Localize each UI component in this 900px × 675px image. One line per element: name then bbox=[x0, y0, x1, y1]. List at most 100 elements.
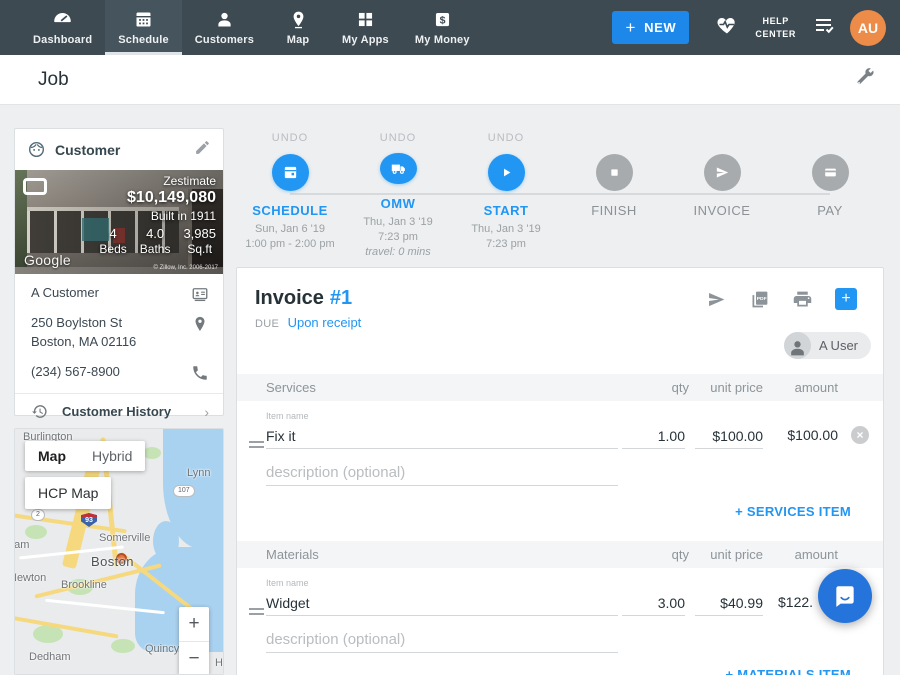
address-line2: Boston, MA 02116 bbox=[31, 334, 136, 349]
remove-service-item-button[interactable]: × bbox=[851, 426, 869, 444]
chat-launcher-button[interactable] bbox=[818, 569, 872, 623]
edit-customer-button[interactable] bbox=[194, 139, 211, 161]
map-pin-icon bbox=[288, 9, 309, 30]
help-center-button[interactable]: HELP CENTER bbox=[755, 15, 796, 40]
checklist-button[interactable] bbox=[812, 13, 836, 42]
nav-tab-schedule[interactable]: Schedule bbox=[105, 0, 182, 55]
service-qty-input[interactable] bbox=[622, 424, 685, 449]
map-park bbox=[111, 639, 135, 653]
history-icon bbox=[31, 403, 48, 420]
drag-handle-icon[interactable] bbox=[249, 608, 264, 618]
map-label-brookline: Brookline bbox=[61, 579, 107, 591]
material-item-name-input[interactable] bbox=[266, 591, 618, 616]
invoice-step-button[interactable] bbox=[704, 154, 741, 191]
new-button[interactable]: + NEW bbox=[612, 11, 689, 44]
pay-step-button[interactable] bbox=[812, 154, 849, 191]
invoice-title-row: Invoice#1 bbox=[255, 287, 352, 310]
send-invoice-button[interactable] bbox=[706, 289, 727, 310]
services-section-header: Services qty unit price amount bbox=[237, 374, 883, 401]
nav-tab-my-apps[interactable]: My Apps bbox=[329, 0, 402, 55]
send-icon bbox=[706, 289, 727, 310]
material-unit-price-input[interactable] bbox=[695, 591, 763, 616]
step-label: START bbox=[484, 203, 529, 218]
map-zoom-out-button[interactable]: − bbox=[179, 641, 209, 675]
nav-label: Schedule bbox=[118, 34, 169, 46]
nav-label: Map bbox=[287, 34, 310, 46]
add-services-item-link[interactable]: + SERVICES ITEM bbox=[735, 504, 851, 519]
print-button[interactable] bbox=[792, 289, 813, 310]
nav-label: Dashboard bbox=[33, 34, 92, 46]
service-description-input[interactable] bbox=[266, 459, 618, 486]
map-label-hingham: Hi bbox=[215, 657, 224, 669]
nav-tab-dashboard[interactable]: Dashboard bbox=[20, 0, 105, 55]
zestimate-overlay: Zestimate $10,149,080 Built in 1911 4Bed… bbox=[99, 174, 216, 256]
nav-tab-my-money[interactable]: $ My Money bbox=[402, 0, 483, 55]
map-label-somerville: Somerville bbox=[99, 532, 150, 544]
nav-tab-customers[interactable]: Customers bbox=[182, 0, 267, 55]
step-time: 7:23 pm bbox=[486, 238, 526, 250]
chevron-right-icon: › bbox=[204, 404, 209, 420]
route-2-shield: 2 bbox=[31, 509, 45, 521]
job-settings-button[interactable] bbox=[854, 66, 876, 93]
assignee-name: A User bbox=[819, 338, 858, 353]
undo-omw-button[interactable]: UNDO bbox=[380, 132, 416, 144]
map-type-hybrid-button[interactable]: Hybrid bbox=[79, 441, 145, 471]
map-label-quincy: Quincy bbox=[145, 643, 179, 655]
qty-header: qty bbox=[672, 547, 689, 562]
assignee-chip[interactable]: A User bbox=[784, 332, 871, 359]
service-unit-price-input[interactable] bbox=[695, 424, 763, 449]
drag-handle-icon[interactable] bbox=[249, 441, 264, 451]
map-type-control: Map Hybrid bbox=[25, 441, 145, 471]
plus-icon: + bbox=[626, 19, 637, 36]
built-year: Built in 1911 bbox=[99, 209, 216, 223]
credit-card-icon bbox=[822, 164, 839, 181]
add-materials-item-link[interactable]: + MATERIALS ITEM bbox=[725, 667, 851, 675]
step-date: Thu, Jan 3 '19 bbox=[363, 216, 432, 228]
omw-step-button[interactable] bbox=[380, 153, 417, 184]
add-invoice-button[interactable]: + bbox=[835, 288, 857, 310]
health-status-button[interactable] bbox=[715, 13, 739, 42]
hcp-map-button[interactable]: HCP Map bbox=[25, 477, 111, 509]
street-view-photo[interactable]: Zestimate $10,149,080 Built in 1911 4Bed… bbox=[15, 170, 223, 274]
send-icon bbox=[714, 164, 731, 181]
calendar-icon bbox=[133, 9, 154, 30]
start-step-button[interactable] bbox=[488, 154, 525, 191]
undo-start-button[interactable]: UNDO bbox=[488, 132, 524, 145]
user-avatar[interactable]: AU bbox=[850, 10, 886, 46]
due-label: DUE bbox=[255, 318, 279, 330]
street-view-toggle-icon[interactable] bbox=[23, 178, 47, 195]
workflow-step-schedule: UNDO SCHEDULE Sun, Jan 6 '191:00 pm - 2:… bbox=[236, 132, 344, 260]
qty-header: qty bbox=[672, 380, 689, 395]
pdf-button[interactable]: PDF bbox=[749, 289, 770, 310]
dollar-icon: $ bbox=[432, 9, 453, 30]
map-water bbox=[153, 521, 179, 561]
material-description-input[interactable] bbox=[266, 626, 618, 653]
service-item-name-input[interactable] bbox=[266, 424, 618, 449]
schedule-step-button[interactable] bbox=[272, 154, 309, 191]
person-icon bbox=[214, 9, 235, 30]
location-pin-icon bbox=[191, 315, 209, 333]
due-terms-link[interactable]: Upon receipt bbox=[288, 315, 362, 330]
material-qty-input[interactable] bbox=[622, 591, 685, 616]
map-type-map-button[interactable]: Map bbox=[25, 441, 79, 471]
calendar-icon bbox=[282, 164, 299, 181]
nav-tab-map[interactable]: Map bbox=[267, 0, 329, 55]
workflow-step-start: UNDO START Thu, Jan 3 '197:23 pm bbox=[452, 132, 560, 260]
undo-schedule-button[interactable]: UNDO bbox=[272, 132, 308, 145]
job-workflow: UNDO SCHEDULE Sun, Jan 6 '191:00 pm - 2:… bbox=[236, 132, 884, 260]
chat-bubble-icon bbox=[832, 583, 858, 609]
map-zoom-in-button[interactable]: + bbox=[179, 607, 209, 641]
customer-phone-row: (234) 567-8900 bbox=[31, 363, 209, 382]
printer-icon bbox=[792, 289, 813, 310]
customer-history-button[interactable]: Customer History › bbox=[31, 394, 209, 430]
page-title: Job bbox=[38, 69, 69, 91]
map-zoom-control: + − bbox=[179, 607, 209, 675]
materials-section-title: Materials bbox=[266, 547, 883, 562]
service-line-item: Item name $100.00 × bbox=[237, 411, 883, 491]
property-stats: 4Beds 4.0Baths 3,985Sq.ft bbox=[99, 226, 216, 256]
nav-label: My Apps bbox=[342, 34, 389, 46]
baths-value: 4.0 bbox=[140, 226, 171, 241]
beds-value: 4 bbox=[99, 226, 126, 241]
finish-step-button[interactable] bbox=[596, 154, 633, 191]
nav-label: My Money bbox=[415, 34, 470, 46]
